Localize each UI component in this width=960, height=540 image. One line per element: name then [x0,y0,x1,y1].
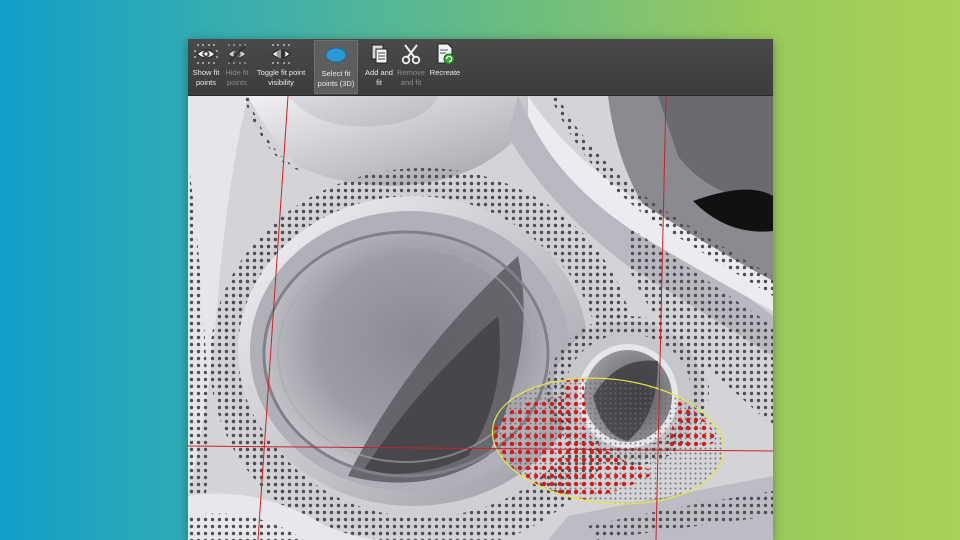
toggle-fit-point-visibility-label: Toggle fit point visibility [256,68,306,87]
recreate-icon [432,42,458,66]
eye-hide-icon [224,42,250,66]
fit-points-toolbar: Show fit points Hide fit points Toggle f… [188,39,773,96]
show-fit-points-button[interactable]: Show fit points [190,40,222,94]
remove-and-fit-label: Remove and fit [397,68,425,87]
recreate-button[interactable]: Recreate [428,40,462,94]
3d-viewport[interactable] [188,96,773,540]
add-and-fit-button[interactable]: Add and fit [362,40,396,94]
eye-show-icon [193,42,219,66]
scissors-icon [398,42,424,66]
document-add-icon [366,42,392,66]
select-fit-points-3d-button[interactable]: Select fit points (3D) [314,40,358,94]
show-fit-points-label: Show fit points [192,68,220,87]
part-scan-render [188,96,773,540]
recreate-label: Recreate [429,68,461,77]
hide-fit-points-button[interactable]: Hide fit points [222,40,252,94]
toggle-fit-point-visibility-button[interactable]: Toggle fit point visibility [252,40,310,94]
eye-toggle-icon [268,42,294,66]
hide-fit-points-label: Hide fit points [225,68,249,87]
ellipse-select-icon [323,43,349,67]
remove-and-fit-button[interactable]: Remove and fit [394,40,428,94]
add-and-fit-label: Add and fit [365,68,393,87]
select-fit-points-3d-label: Select fit points (3D) [317,69,355,88]
app-window: Show fit points Hide fit points Toggle f… [188,39,773,540]
